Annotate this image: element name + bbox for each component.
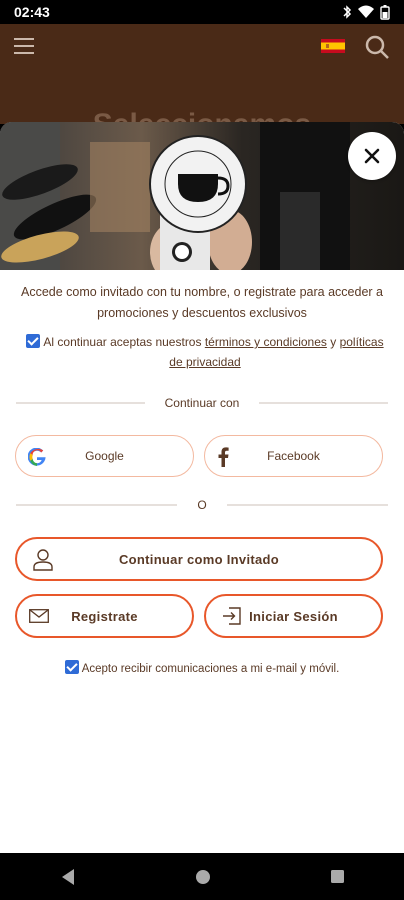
system-nav-bar	[0, 853, 404, 900]
accept-comms-row: Acepto recibir comunicaciones a mi e-mai…	[0, 660, 404, 675]
login-button[interactable]: Iniciar Sesión	[204, 594, 383, 638]
search-icon[interactable]	[364, 34, 390, 60]
continue-with-divider: Continuar con	[16, 396, 388, 410]
terms-link[interactable]: términos y condiciones	[205, 335, 327, 349]
system-icons	[342, 4, 390, 20]
terms-prefix: Al continuar aceptas nuestros	[43, 335, 205, 349]
intro-text: Accede como invitado con tu nombre, o re…	[20, 285, 383, 320]
login-modal: Accede como invitado con tu nombre, o re…	[0, 122, 404, 853]
battery-icon	[380, 4, 390, 20]
terms-row: Al continuar aceptas nuestros términos y…	[20, 332, 390, 372]
close-icon	[364, 148, 380, 164]
app-header: Seleccionamos	[0, 24, 404, 141]
back-icon[interactable]	[60, 868, 76, 886]
facebook-label: Facebook	[267, 449, 320, 463]
google-icon	[28, 448, 46, 466]
register-button[interactable]: Registrate	[15, 594, 194, 638]
bluetooth-icon	[343, 5, 352, 19]
accept-comms-label: Acepto recibir comunicaciones a mi e-mai…	[81, 663, 340, 675]
close-button[interactable]	[348, 132, 396, 180]
facebook-icon	[218, 447, 229, 467]
guest-button[interactable]: Continuar como Invitado	[15, 537, 383, 581]
hero-image	[0, 122, 404, 270]
google-label: Google	[85, 449, 124, 463]
or-label: O	[197, 498, 207, 512]
facebook-button[interactable]: Facebook	[204, 435, 383, 477]
status-bar: 02:43	[0, 0, 404, 24]
login-label: Iniciar Sesión	[249, 608, 338, 624]
accept-comms-checkbox[interactable]	[64, 660, 79, 674]
guest-label: Continuar como Invitado	[118, 551, 279, 567]
terms-checkbox[interactable]	[26, 334, 41, 348]
continue-with-label: Continuar con	[164, 396, 240, 410]
register-label: Registrate	[71, 608, 138, 624]
status-time: 02:43	[14, 4, 50, 20]
wifi-icon	[358, 5, 374, 18]
menu-icon[interactable]	[14, 38, 34, 54]
login-icon	[223, 607, 241, 625]
mail-icon	[29, 609, 49, 623]
google-button[interactable]: Google	[15, 435, 194, 477]
recents-icon[interactable]	[330, 869, 345, 884]
or-divider: O	[16, 498, 388, 512]
home-icon[interactable]	[195, 869, 211, 885]
spain-flag-icon[interactable]	[321, 39, 345, 53]
terms-and: y	[326, 335, 340, 349]
user-icon	[33, 549, 53, 571]
